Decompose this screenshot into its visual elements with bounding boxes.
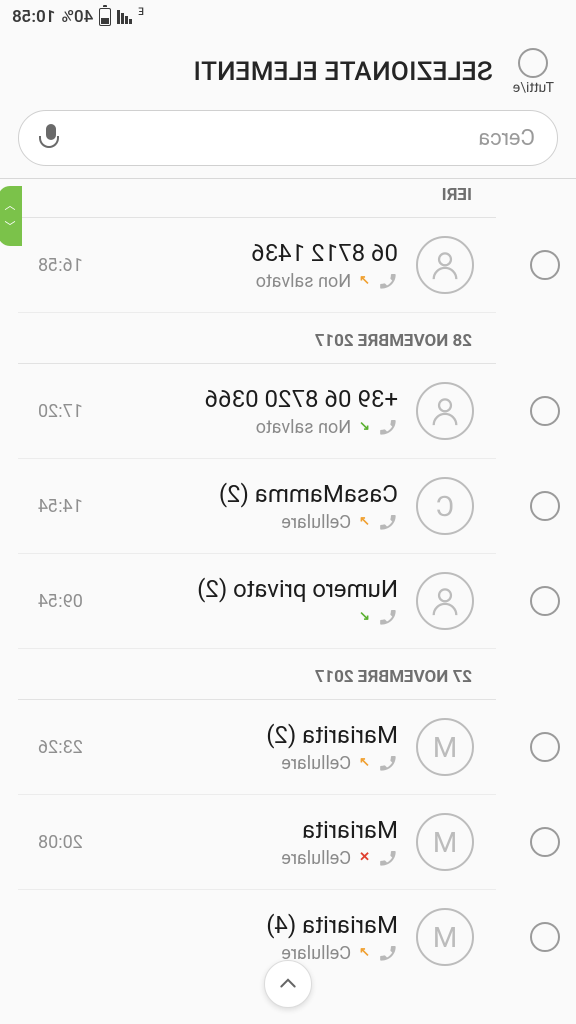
call-row[interactable]: 06 8712 1436 ↗ Non salvato 16:58 <box>18 218 496 313</box>
row-content: Mariarita ✕ Cellulare <box>93 816 398 869</box>
section-header: IERI <box>18 179 496 218</box>
call-subline: ✕ Cellulare <box>93 848 398 869</box>
row-content: +39 06 8720 0366 ↙ Non salvato <box>93 385 398 438</box>
phone-icon <box>378 607 398 627</box>
incoming-arrow-icon: ↙ <box>359 419 370 434</box>
scroll-to-top-button[interactable] <box>264 960 312 1008</box>
contact-name: +39 06 8720 0366 <box>93 385 398 413</box>
call-type-label: Cellulare <box>282 512 352 533</box>
call-row[interactable]: C CasaMamma (2) ↗ Cellulare 14:54 <box>18 459 496 554</box>
call-row[interactable]: M Mariarita (2) ↗ Cellulare 23:26 <box>18 700 496 795</box>
call-subline: ↗ Cellulare <box>93 753 398 774</box>
outgoing-arrow-icon: ↗ <box>359 514 370 529</box>
battery-icon <box>99 8 111 26</box>
phone-icon <box>378 943 398 963</box>
avatar: M <box>416 813 474 871</box>
call-subline: ↗ Non salvato <box>93 271 398 292</box>
search-wrap: Cerca <box>0 106 576 178</box>
phone-icon <box>378 271 398 291</box>
section-header: 28 NOVEMBRE 2017 <box>18 313 496 364</box>
page-title: SELEZIONATE ELEMENTI <box>193 57 493 87</box>
contact-name: Numero privato (2) <box>93 575 398 603</box>
signal-icon <box>117 10 132 24</box>
outgoing-arrow-icon: ↗ <box>359 755 370 770</box>
avatar: M <box>416 718 474 776</box>
row-radio[interactable] <box>530 250 560 280</box>
chevron-down-icon: ﹀ <box>5 221 16 232</box>
call-subline: ↗Cellulare <box>48 943 398 964</box>
row-radio[interactable] <box>530 827 560 857</box>
contact-name: Mariarita (4) <box>48 911 398 939</box>
select-all-radio[interactable] <box>518 48 548 78</box>
avatar <box>416 236 474 294</box>
row-content: Numero privato (2) ↙ <box>93 575 398 627</box>
row-radio[interactable] <box>530 922 560 952</box>
contact-name: CasaMamma (2) <box>93 480 398 508</box>
call-subline: ↗ Cellulare <box>93 512 398 533</box>
select-all-label: Tutti/e <box>513 80 554 96</box>
battery-pct: 40% <box>61 7 93 27</box>
page-header: Tutti/e SELEZIONATE ELEMENTI <box>0 34 576 106</box>
call-row[interactable]: +39 06 8720 0366 ↙ Non salvato 17:20 <box>18 364 496 459</box>
call-time: 09:54 <box>38 591 83 612</box>
outgoing-arrow-icon: ↗ <box>359 945 370 960</box>
row-radio[interactable] <box>530 732 560 762</box>
status-bar: E 40% 10:58 <box>0 0 576 34</box>
select-all-control[interactable]: Tutti/e <box>513 48 554 96</box>
search-placeholder: Cerca <box>478 126 535 151</box>
call-time: 17:20 <box>38 401 83 422</box>
call-list[interactable]: IERI 06 8712 1436 ↗ Non salvato 16:58 28 NOVE… <box>0 179 576 984</box>
row-content: Mariarita (4) ↗Cellulare <box>48 911 398 964</box>
call-time: 16:58 <box>38 255 83 276</box>
call-subline: ↙ <box>93 607 398 627</box>
call-time: 14:54 <box>38 496 83 517</box>
row-radio[interactable] <box>530 396 560 426</box>
row-content: 06 8712 1436 ↗ Non salvato <box>93 239 398 292</box>
call-subline: ↙ Non salvato <box>93 417 398 438</box>
section-header: 27 NOVEMBRE 2017 <box>18 649 496 700</box>
chevron-up-icon <box>278 974 298 994</box>
row-radio[interactable] <box>530 586 560 616</box>
contact-name: Mariarita <box>93 816 398 844</box>
phone-icon <box>378 512 398 532</box>
avatar: C <box>416 477 474 535</box>
contact-name: Mariarita (2) <box>93 721 398 749</box>
row-content: Mariarita (2) ↗ Cellulare <box>93 721 398 774</box>
phone-icon <box>378 848 398 868</box>
call-type-label: Non salvato <box>256 417 351 438</box>
call-row[interactable]: M Mariarita (4) ↗Cellulare <box>18 890 496 984</box>
fast-scroll-handle[interactable]: ︿ ﹀ <box>0 186 22 246</box>
network-type: E <box>138 7 144 18</box>
avatar <box>416 382 474 440</box>
call-time: 20:08 <box>38 832 83 853</box>
call-row[interactable]: M Mariarita ✕ Cellulare 20:08 <box>18 795 496 890</box>
search-input[interactable]: Cerca <box>18 110 558 166</box>
phone-icon <box>378 753 398 773</box>
missed-call-icon: ✕ <box>359 850 370 865</box>
mic-icon[interactable] <box>41 124 61 152</box>
row-radio[interactable] <box>530 491 560 521</box>
call-type-label: Non salvato <box>256 271 351 292</box>
outgoing-arrow-icon: ↗ <box>359 273 370 288</box>
call-type-label: Cellulare <box>282 753 352 774</box>
phone-icon <box>378 417 398 437</box>
avatar <box>416 572 474 630</box>
status-time: 10:58 <box>12 7 55 27</box>
row-content: CasaMamma (2) ↗ Cellulare <box>93 480 398 533</box>
contact-name: 06 8712 1436 <box>93 239 398 267</box>
chevron-up-icon: ︿ <box>5 200 16 211</box>
avatar: M <box>416 908 474 966</box>
incoming-arrow-icon: ↙ <box>359 609 370 624</box>
call-row[interactable]: Numero privato (2) ↙ 09:54 <box>18 554 496 649</box>
call-type-label: Cellulare <box>282 848 352 869</box>
call-time: 23:26 <box>38 737 83 758</box>
